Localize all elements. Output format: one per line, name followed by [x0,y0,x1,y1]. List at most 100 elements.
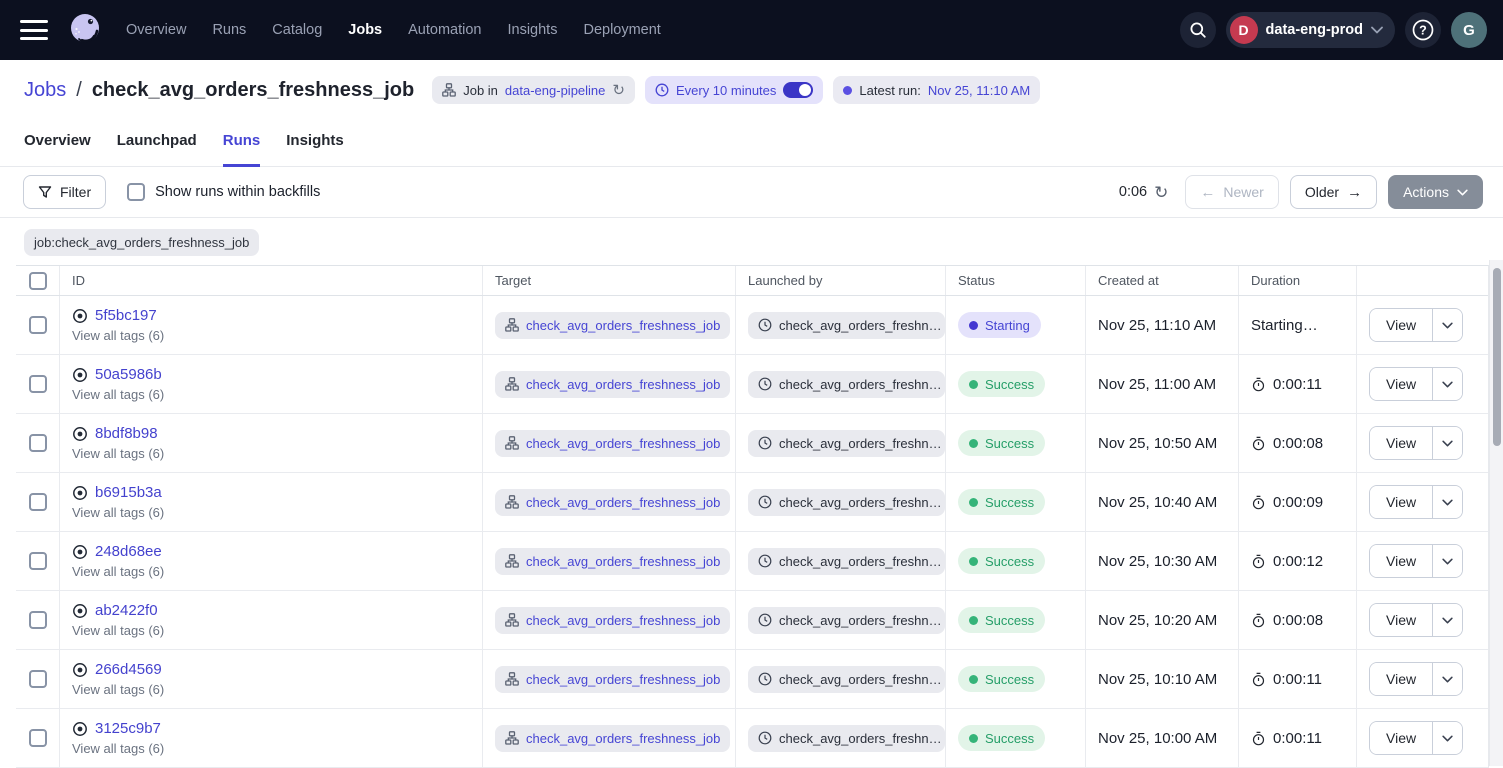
launched-by-label: check_avg_orders_freshn… [779,436,942,451]
view-button[interactable]: View [1370,486,1432,518]
view-button[interactable]: View [1370,545,1432,577]
target-pill[interactable]: check_avg_orders_freshness_job [495,725,730,752]
backfills-checkbox[interactable] [127,183,145,201]
view-button[interactable]: View [1370,427,1432,459]
row-checkbox[interactable] [29,729,47,747]
job-graph-icon [505,554,519,568]
target-pill[interactable]: check_avg_orders_freshness_job [495,489,730,516]
schedule-toggle-on[interactable] [783,82,813,98]
dagster-logo[interactable] [64,9,106,51]
nav-item-deployment[interactable]: Deployment [583,22,660,38]
target-pill[interactable]: check_avg_orders_freshness_job [495,666,730,693]
target-pill[interactable]: check_avg_orders_freshness_job [495,607,730,634]
view-all-tags-link[interactable]: View all tags (6) [72,564,164,579]
filter-button[interactable]: Filter [23,175,106,209]
row-checkbox[interactable] [29,611,47,629]
target-pill[interactable]: check_avg_orders_freshness_job [495,312,730,339]
job-filter-tag[interactable]: job:check_avg_orders_freshness_job [24,229,259,256]
view-dropdown-button[interactable] [1432,486,1462,518]
view-dropdown-button[interactable] [1432,368,1462,400]
nav-item-overview[interactable]: Overview [126,22,186,38]
workspace-switcher[interactable]: D data-eng-prod [1226,12,1395,48]
view-dropdown-button[interactable] [1432,545,1462,577]
run-id-link[interactable]: 5f5bc197 [95,307,157,324]
row-checkbox[interactable] [29,670,47,688]
search-button[interactable] [1180,12,1216,48]
launched-by-pill[interactable]: check_avg_orders_freshn… [748,725,945,752]
status-badge: Success [958,489,1045,515]
view-button[interactable]: View [1370,368,1432,400]
nav-right: D data-eng-prod ? G [1180,12,1487,48]
older-button[interactable]: Older → [1290,175,1377,209]
run-id-link[interactable]: 50a5986b [95,366,162,383]
run-id-link[interactable]: ab2422f0 [95,602,158,619]
row-checkbox[interactable] [29,493,47,511]
nav-item-runs[interactable]: Runs [212,22,246,38]
view-all-tags-link[interactable]: View all tags (6) [72,623,164,638]
clock-icon [758,436,772,450]
nav-item-automation[interactable]: Automation [408,22,481,38]
newer-button[interactable]: ← Newer [1185,175,1278,209]
actions-button[interactable]: Actions [1388,175,1483,209]
nav-item-jobs[interactable]: Jobs [348,22,382,38]
view-all-tags-link[interactable]: View all tags (6) [72,387,164,402]
select-all-checkbox[interactable] [29,272,47,290]
view-all-tags-link[interactable]: View all tags (6) [72,328,164,343]
nav-item-insights[interactable]: Insights [507,22,557,38]
view-dropdown-button[interactable] [1432,604,1462,636]
launched-by-pill[interactable]: check_avg_orders_freshn… [748,430,945,457]
view-dropdown-button[interactable] [1432,427,1462,459]
status-dot-icon [969,557,978,566]
scrollbar-thumb[interactable] [1493,268,1501,446]
sync-icon[interactable]: ↻ [612,83,625,98]
row-checkbox[interactable] [29,434,47,452]
tab-overview[interactable]: Overview [24,132,91,167]
schedule-badge[interactable]: Every 10 minutes [645,76,823,104]
run-id-link[interactable]: 3125c9b7 [95,720,161,737]
view-dropdown-button[interactable] [1432,309,1462,341]
duration-label: 0:00:09 [1273,494,1323,511]
menu-icon[interactable] [20,20,48,40]
latest-run-link[interactable]: Nov 25, 11:10 AM [928,83,1030,98]
nav-item-catalog[interactable]: Catalog [272,22,322,38]
row-checkbox[interactable] [29,375,47,393]
launched-by-pill[interactable]: check_avg_orders_freshn… [748,666,945,693]
target-pill[interactable]: check_avg_orders_freshness_job [495,371,730,398]
view-dropdown-button[interactable] [1432,722,1462,754]
status-badge: Success [958,430,1045,456]
help-button[interactable]: ? [1405,12,1441,48]
view-button[interactable]: View [1370,604,1432,636]
run-id-link[interactable]: 248d68ee [95,543,162,560]
target-pill-label: check_avg_orders_freshness_job [526,613,720,628]
tab-launchpad[interactable]: Launchpad [117,132,197,167]
user-avatar[interactable]: G [1451,12,1487,48]
view-button[interactable]: View [1370,663,1432,695]
right-arrow-icon: → [1347,184,1362,201]
target-pill[interactable]: check_avg_orders_freshness_job [495,548,730,575]
code-location-link[interactable]: data-eng-pipeline [505,83,605,98]
launched-by-pill[interactable]: check_avg_orders_freshn… [748,371,945,398]
row-checkbox[interactable] [29,316,47,334]
breadcrumb-jobs-link[interactable]: Jobs [24,79,66,102]
view-all-tags-link[interactable]: View all tags (6) [72,446,164,461]
view-all-tags-link[interactable]: View all tags (6) [72,741,164,756]
launched-by-pill[interactable]: check_avg_orders_freshn… [748,312,945,339]
view-button[interactable]: View [1370,309,1432,341]
row-checkbox[interactable] [29,552,47,570]
launched-by-pill[interactable]: check_avg_orders_freshn… [748,489,945,516]
view-all-tags-link[interactable]: View all tags (6) [72,682,164,697]
launched-by-pill[interactable]: check_avg_orders_freshn… [748,607,945,634]
view-all-tags-link[interactable]: View all tags (6) [72,505,164,520]
older-button-label: Older [1305,184,1339,200]
view-dropdown-button[interactable] [1432,663,1462,695]
run-id-link[interactable]: b6915b3a [95,484,162,501]
launched-by-pill[interactable]: check_avg_orders_freshn… [748,548,945,575]
refresh-icon[interactable]: ↻ [1154,184,1168,201]
tab-insights[interactable]: Insights [286,132,344,167]
tab-runs[interactable]: Runs [223,132,261,167]
view-button[interactable]: View [1370,722,1432,754]
created-at: Nov 25, 10:10 AM [1098,671,1217,688]
target-pill[interactable]: check_avg_orders_freshness_job [495,430,730,457]
run-id-link[interactable]: 8bdf8b98 [95,425,158,442]
run-id-link[interactable]: 266d4569 [95,661,162,678]
